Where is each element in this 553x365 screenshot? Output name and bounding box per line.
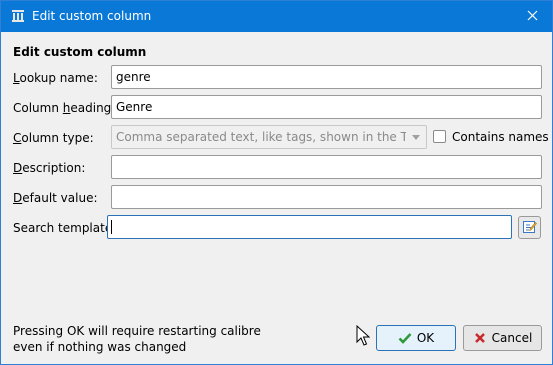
window-title: Edit custom column [32,9,152,23]
library-icon [11,9,25,23]
edit-custom-column-dialog: Edit custom column Edit custom column Lo… [0,0,553,365]
cancel-label: Cancel [491,331,533,345]
column-heading-field[interactable]: Genre [111,95,542,119]
close-button[interactable] [512,1,552,32]
column-type-select[interactable]: Comma separated text, like tags, shown i… [111,125,427,149]
mouse-pointer-icon [356,324,371,347]
default-value-field[interactable] [111,185,542,209]
description-field[interactable] [111,155,542,179]
cancel-button[interactable]: Cancel [463,325,542,351]
checkmark-icon [398,331,412,345]
column-heading-label: Column heading: [13,101,116,115]
ok-button[interactable]: OK [376,325,456,351]
column-type-label: Column type: [13,131,94,145]
contains-names-checkbox[interactable] [433,130,446,143]
edit-template-icon [522,219,537,237]
column-type-value: Comma separated text, like tags, shown i… [116,130,406,144]
restart-note: Pressing OK will require restarting cali… [13,323,261,355]
section-heading: Edit custom column [13,45,147,59]
search-template-field[interactable] [107,215,512,239]
chevron-down-icon [412,135,420,140]
default-value-label: Default value: [13,191,98,205]
contains-names-label[interactable]: Contains names [452,130,549,144]
restart-note-line2: even if nothing was changed [13,340,187,354]
restart-note-line1: Pressing OK will require restarting cali… [13,324,261,338]
edit-template-button[interactable] [518,216,541,239]
lookup-name-label: Lookup name: [13,71,98,85]
ok-label: OK [416,331,435,345]
title-bar: Edit custom column [1,1,552,32]
text-caret [111,220,112,234]
cancel-x-icon [473,331,487,345]
lookup-name-field[interactable]: genre [111,65,542,89]
description-label: Description: [13,161,86,175]
search-template-label: Search template: [13,221,117,235]
close-icon [527,10,538,24]
